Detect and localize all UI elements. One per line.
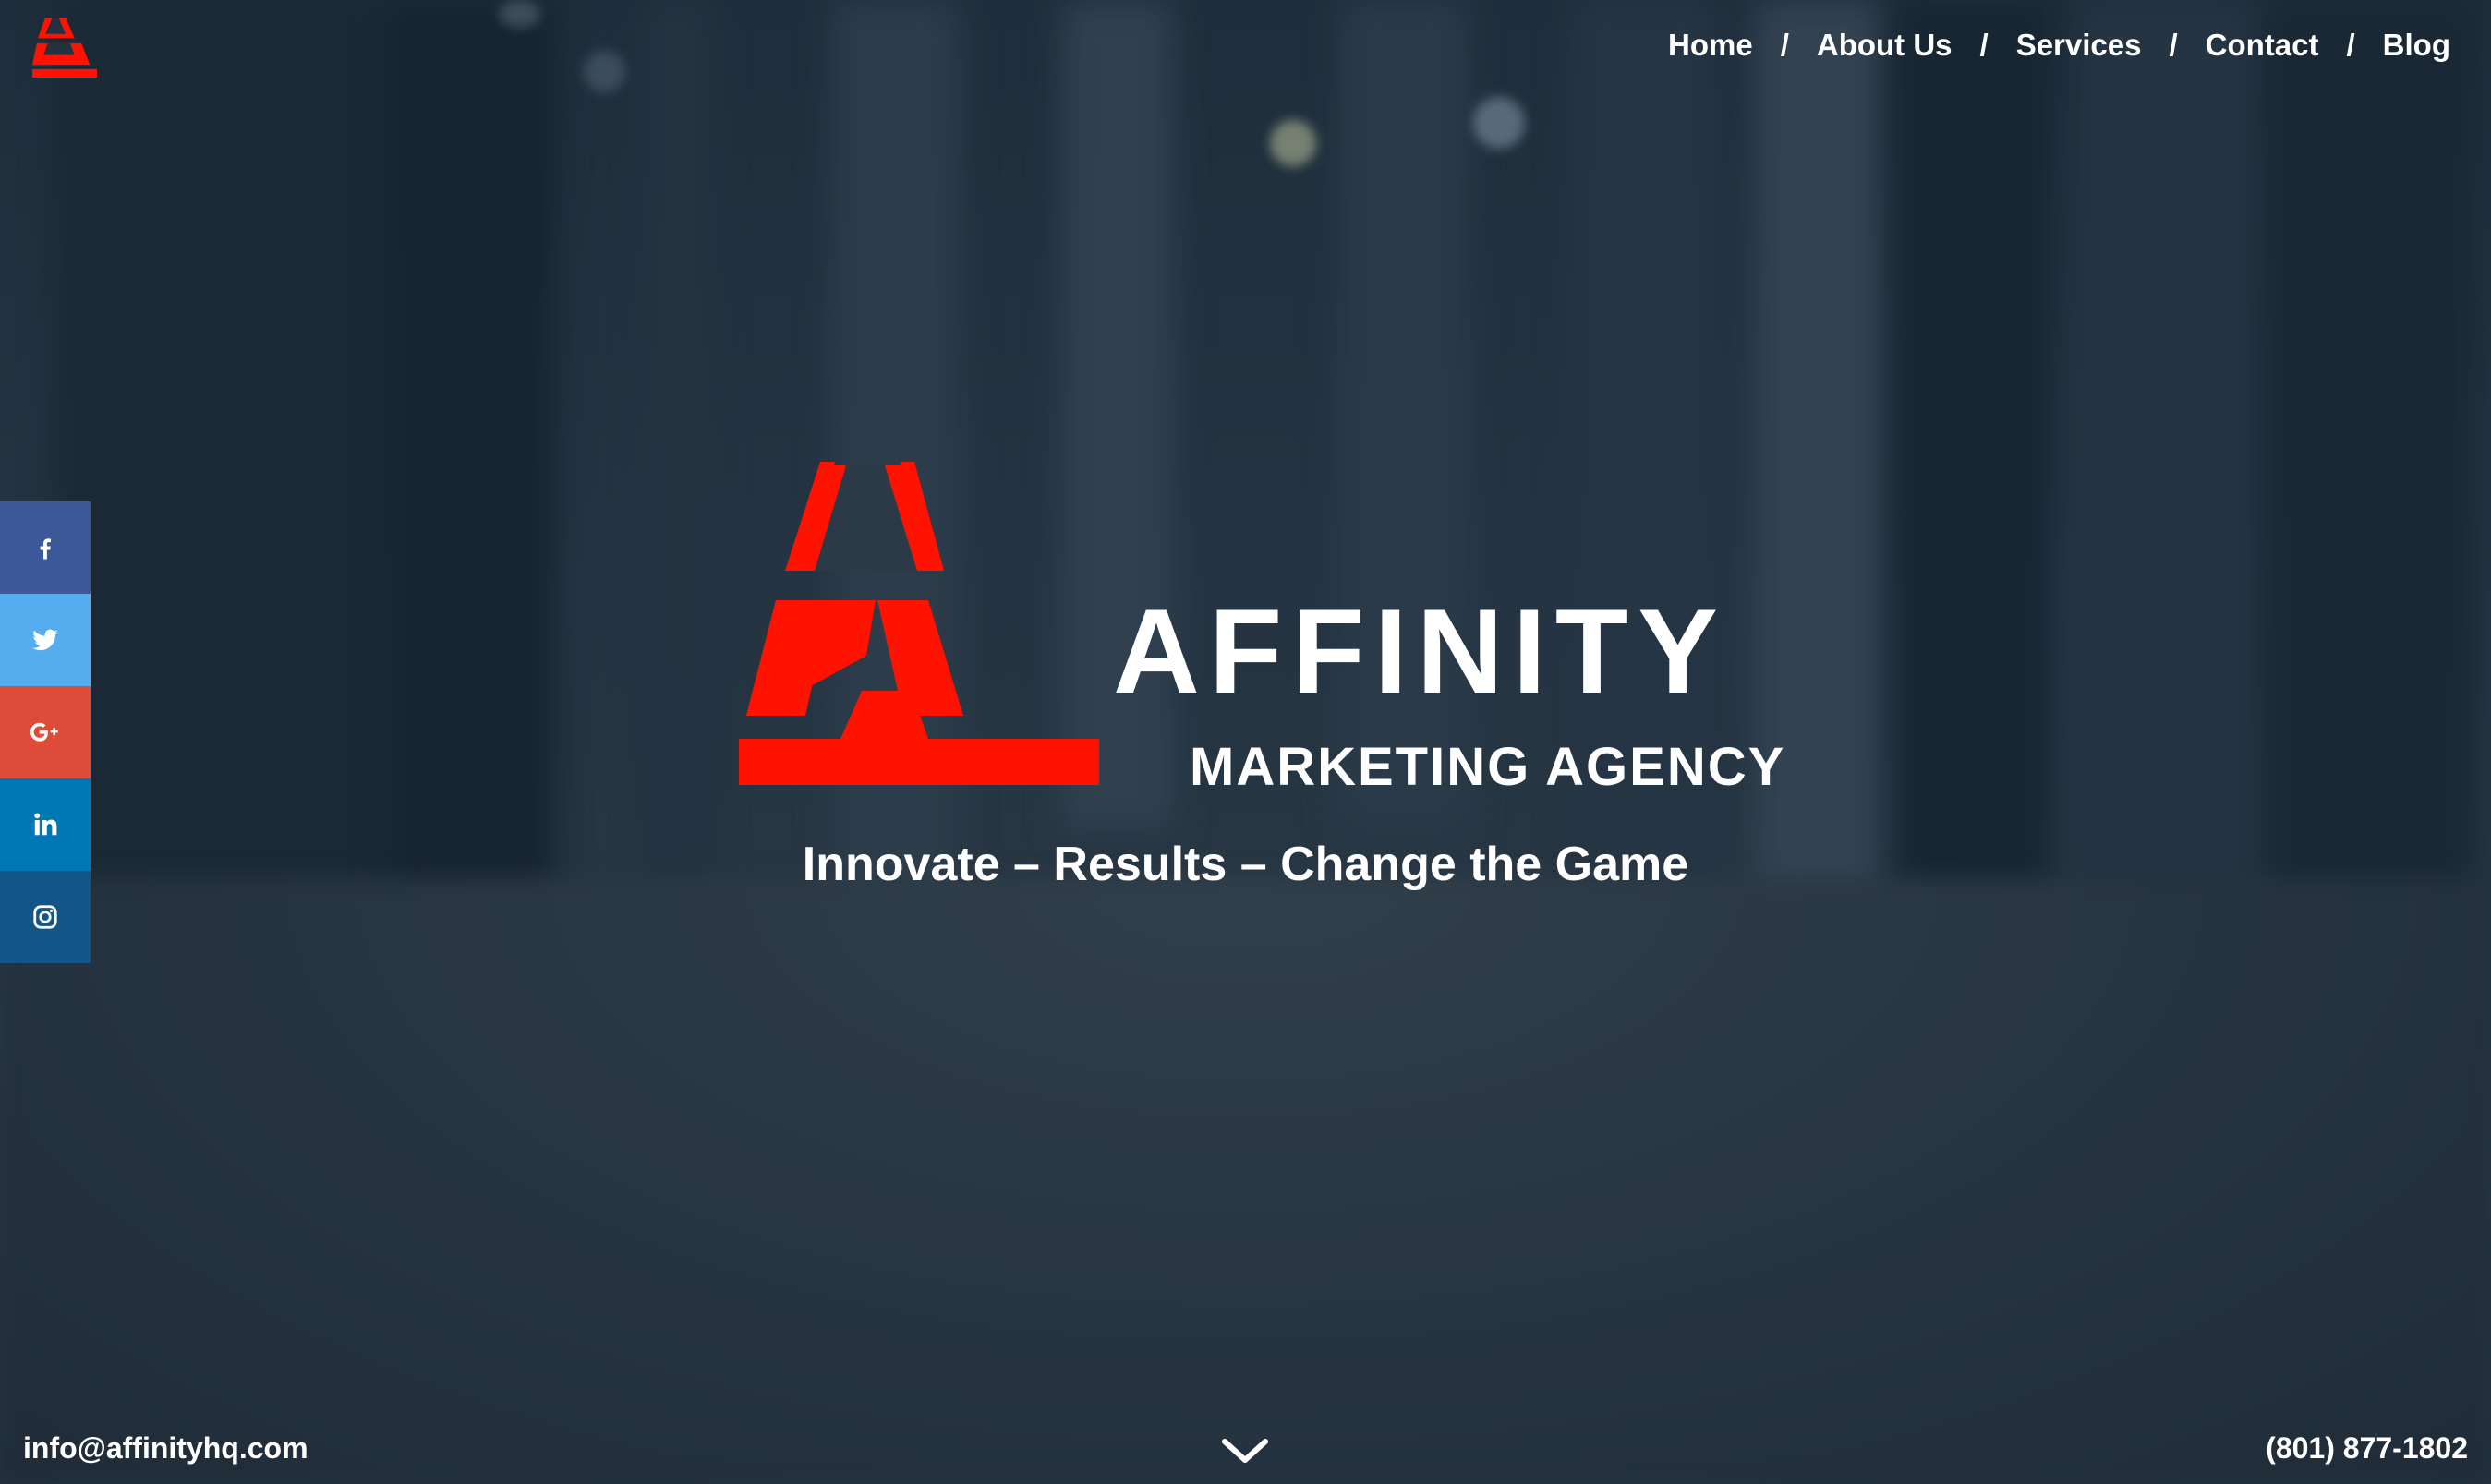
nav-about-us[interactable]: About Us	[1817, 28, 1953, 63]
brand-wordmark: AFFINITY	[1113, 584, 1727, 718]
google-plus-button[interactable]	[0, 686, 91, 778]
brand-subtitle: MARKETING AGENCY	[1190, 737, 1786, 797]
footer-phone[interactable]: (801) 877-1802	[2266, 1431, 2468, 1466]
affinity-logo-mark	[739, 462, 1099, 785]
google-plus-icon	[30, 722, 58, 742]
chevron-down-icon[interactable]	[1221, 1436, 1269, 1466]
footer-email[interactable]: info@affinityhq.com	[23, 1431, 308, 1466]
nav-blog[interactable]: Blog	[2383, 28, 2450, 63]
affinity-logo-small[interactable]	[32, 18, 97, 78]
twitter-button[interactable]	[0, 594, 91, 686]
nav-separator: /	[2346, 28, 2355, 62]
nav-home[interactable]: Home	[1668, 28, 1753, 63]
nav-separator: /	[2169, 28, 2178, 62]
nav-services[interactable]: Services	[2016, 28, 2142, 63]
hero-tagline: Innovate – Results – Change the Game	[802, 838, 1689, 891]
instagram-icon	[33, 905, 57, 929]
twitter-icon	[32, 629, 58, 651]
facebook-button[interactable]	[0, 501, 91, 594]
nav-contact[interactable]: Contact	[2206, 28, 2319, 63]
social-sidebar	[0, 501, 91, 963]
main-navigation: Home / About Us / Services / Contact / B…	[1668, 28, 2450, 63]
nav-separator: /	[1979, 28, 1989, 62]
facebook-icon	[40, 538, 51, 560]
nav-separator: /	[1780, 28, 1789, 62]
linkedin-icon	[34, 813, 57, 836]
